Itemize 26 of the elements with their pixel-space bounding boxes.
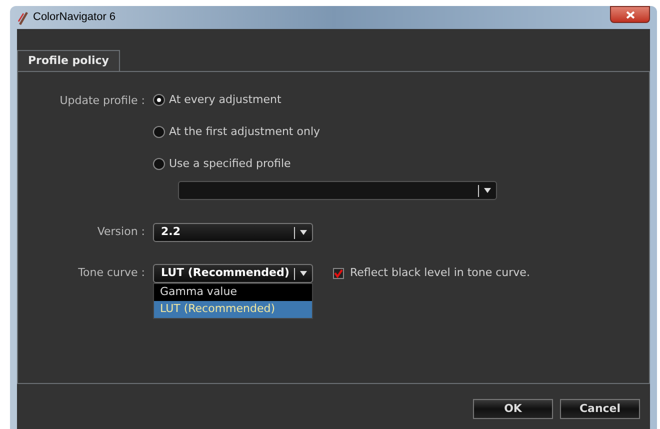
version-label: Version : xyxy=(96,224,146,240)
radio-button[interactable] xyxy=(153,158,165,170)
radio-option[interactable]: At the first adjustment only xyxy=(153,125,320,139)
app-icon xyxy=(17,10,29,24)
caret-icon xyxy=(300,271,307,276)
dialog-button[interactable]: Cancel xyxy=(560,399,640,419)
caret-icon xyxy=(484,188,491,193)
dialog-button[interactable]: OK xyxy=(473,399,553,419)
close-button[interactable] xyxy=(610,6,650,23)
caret-icon xyxy=(300,230,307,235)
radio-option[interactable]: Use a specified profile xyxy=(153,157,320,171)
update-profile-label: Update profile : xyxy=(58,93,146,109)
window-title: ColorNavigator 6 xyxy=(33,10,116,26)
radio-button[interactable] xyxy=(153,94,165,106)
tab[interactable]: Profile policy xyxy=(17,50,120,71)
radio-button[interactable] xyxy=(153,126,165,138)
checkbox[interactable] xyxy=(333,268,344,279)
tone-curve-label: Tone curve : xyxy=(77,265,146,282)
menu-item[interactable]: Gamma value xyxy=(154,284,312,301)
menu-item[interactable]: LUT (Recommended) xyxy=(154,301,312,318)
radio-option[interactable]: At every adjustment xyxy=(153,93,320,107)
close-icon xyxy=(626,10,634,18)
checkbox-label: Reflect black level in tone curve. xyxy=(350,265,530,282)
tone-curve-dropdown[interactable]: LUT (Recommended) xyxy=(153,264,313,283)
profile-dropdown[interactable] xyxy=(178,181,497,200)
version-dropdown[interactable]: 2.2 xyxy=(153,223,313,242)
